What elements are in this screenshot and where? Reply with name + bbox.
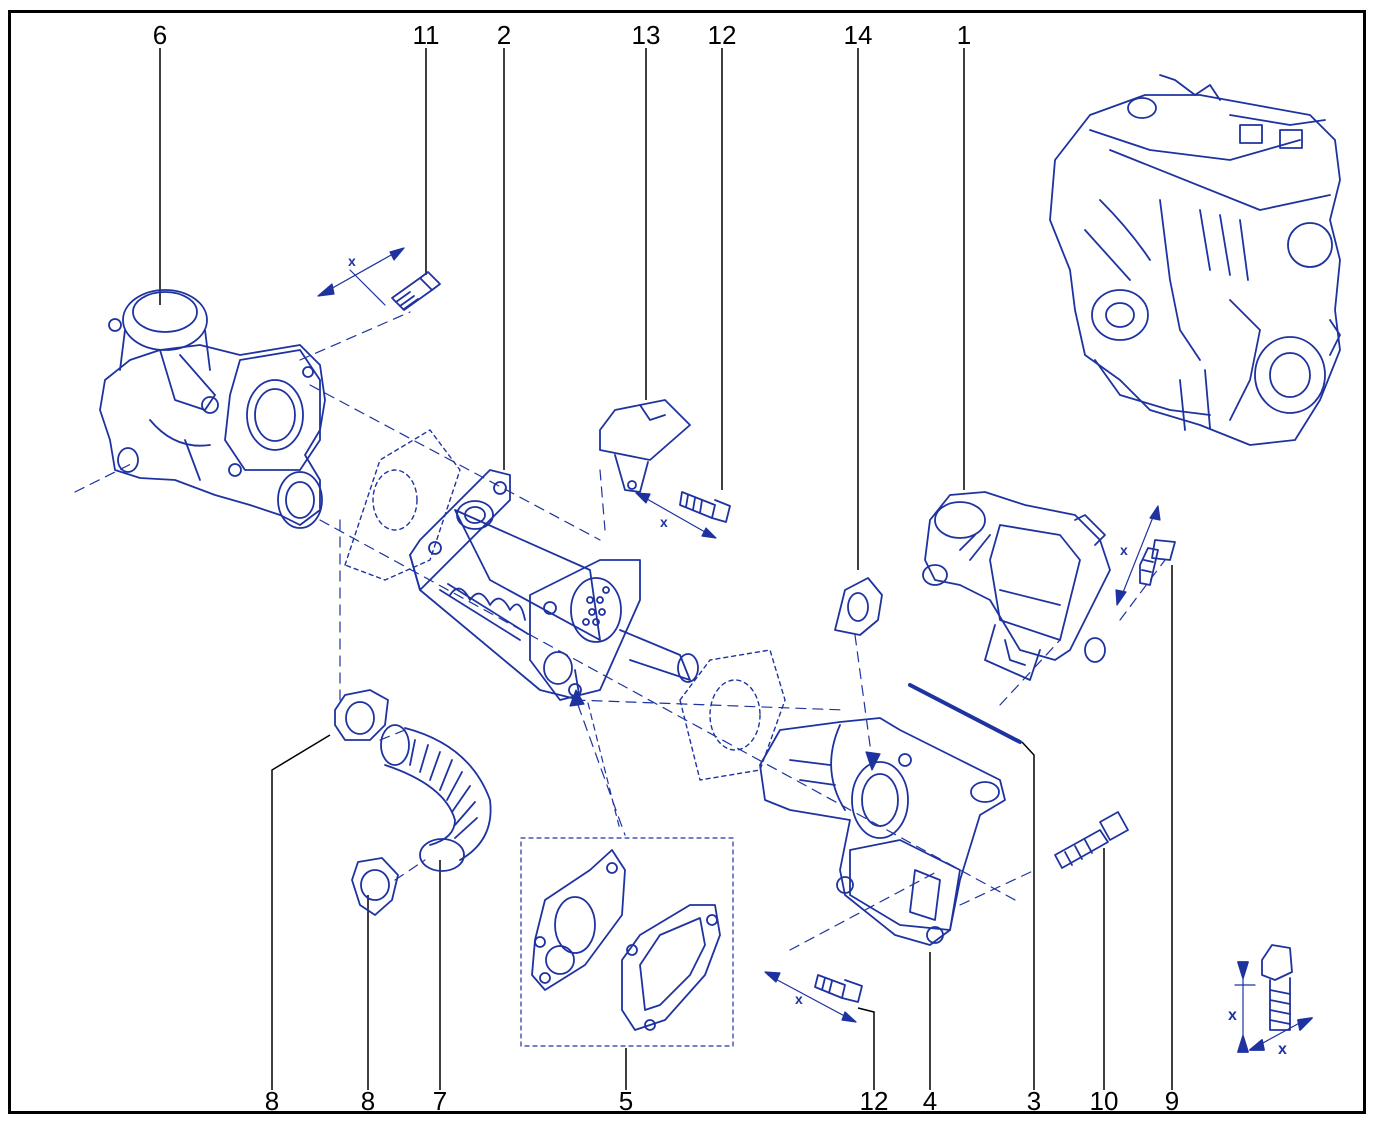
callout-top: 2 bbox=[496, 20, 512, 50]
callout-bottom: 3 bbox=[1026, 1086, 1042, 1116]
egr-valve-body bbox=[99, 289, 326, 529]
callout-bottom: 9 bbox=[1164, 1086, 1180, 1116]
callout-bottom: 4 bbox=[922, 1086, 938, 1116]
gasket-outlines-dashed bbox=[344, 429, 786, 781]
egr-valve-part-1 bbox=[922, 491, 1111, 681]
bolt-part-10 bbox=[1054, 811, 1129, 869]
callout-bottom: 12 bbox=[859, 1086, 889, 1116]
flex-pipe-part-7 bbox=[380, 724, 492, 872]
bolt-part-12-lower bbox=[814, 974, 863, 1003]
clamp-part-8-lower bbox=[351, 857, 399, 916]
dim-label: x bbox=[795, 991, 803, 1007]
callout-top: 6 bbox=[152, 20, 168, 50]
dimension-detail-bolt bbox=[1234, 944, 1313, 1053]
gasket-part-3 bbox=[908, 683, 1022, 744]
leader-lines bbox=[159, 48, 1173, 1090]
assembly-axes bbox=[74, 311, 1166, 951]
dim-label: x bbox=[348, 253, 356, 269]
bolt-part-9 bbox=[1139, 539, 1176, 586]
gasket-kit-part-5 bbox=[520, 837, 734, 1047]
dim-label: x bbox=[1120, 542, 1128, 558]
callout-bottom: 5 bbox=[618, 1086, 634, 1116]
callout-bottom: 8 bbox=[360, 1086, 376, 1116]
engine-overview-illustration bbox=[1049, 74, 1341, 446]
drawing-parts bbox=[74, 74, 1341, 1053]
callout-bottom: 7 bbox=[432, 1086, 448, 1116]
callout-top: 1 bbox=[956, 20, 972, 50]
callout-bottom: 10 bbox=[1089, 1086, 1119, 1116]
egr-cooler bbox=[409, 469, 699, 701]
exploded-diagram: x x x x x x bbox=[74, 48, 1341, 1090]
callout-top: 14 bbox=[843, 20, 873, 50]
bolt-part-12-upper bbox=[679, 491, 731, 523]
callout-top: 11 bbox=[412, 20, 440, 50]
callout-top: 12 bbox=[707, 20, 737, 50]
gasket-part-14 bbox=[834, 577, 883, 636]
callout-bottom: 8 bbox=[264, 1086, 280, 1116]
dim-label: x bbox=[660, 514, 668, 530]
bolt-part-11 bbox=[391, 271, 441, 311]
egr-housing-part-4 bbox=[759, 717, 1006, 946]
clamp-part-8-upper bbox=[334, 689, 389, 741]
dim-label: x bbox=[1228, 1007, 1237, 1024]
callout-top: 13 bbox=[631, 20, 661, 50]
bracket-part-13 bbox=[599, 399, 691, 493]
dimension-labels: x x x x x x bbox=[348, 253, 1287, 1058]
dim-label: x bbox=[1278, 1041, 1287, 1058]
